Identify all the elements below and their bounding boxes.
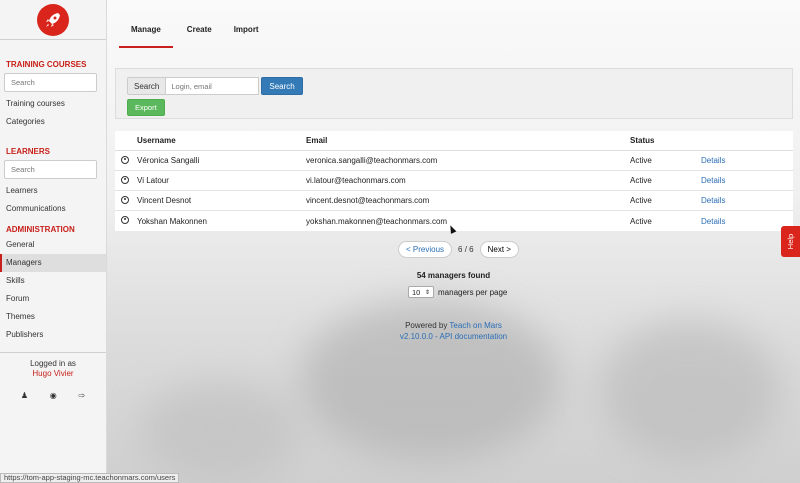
logged-in-block: Logged in as Hugo Vivier [0, 359, 106, 379]
help-tab-button[interactable]: Help [781, 226, 800, 257]
tab-create[interactable]: Create [179, 17, 220, 48]
per-page-label: managers per page [438, 287, 508, 297]
page-info: 6 / 6 [458, 245, 474, 254]
details-link[interactable]: Details [701, 156, 793, 165]
row-username: Véronica Sangalli [137, 156, 200, 165]
sidebar-item-communications[interactable]: Communications [0, 200, 106, 218]
table-row: Véronica Sangalli veronica.sangalli@teac… [115, 151, 793, 171]
footer: Powered by Teach on Mars v2.10.0.0 - API… [107, 320, 800, 342]
sidebar-item-themes[interactable]: Themes [0, 308, 106, 326]
header-username: Username [137, 136, 176, 145]
details-link[interactable]: Details [701, 217, 793, 226]
row-username: Vincent Desnot [137, 196, 192, 205]
user-icon [121, 216, 129, 224]
search-label: Search [127, 77, 166, 95]
learners-search-input[interactable] [4, 160, 97, 179]
globe-icon[interactable]: ◉ [50, 391, 57, 400]
header-email: Email [306, 136, 328, 145]
learners-title: LEARNERS [6, 147, 51, 156]
sidebar-footer-icons: ♟ ◉ ⇨ [0, 391, 106, 400]
row-status: Active [630, 216, 652, 226]
row-status: Active [630, 176, 652, 185]
sidebar-item-forum[interactable]: Forum [0, 290, 106, 308]
row-status: Active [630, 156, 652, 165]
next-page-button[interactable]: Next > [479, 241, 519, 258]
sidebar-item-publishers[interactable]: Publishers [0, 326, 106, 344]
user-icon [121, 155, 129, 164]
export-button[interactable]: Export [127, 99, 165, 116]
row-email: yokshan.makonnen@teachonmars.com [306, 216, 448, 226]
header-status: Status [630, 136, 655, 145]
sidebar-item-managers[interactable]: Managers [0, 254, 106, 272]
row-status: Active [630, 196, 652, 205]
tab-import[interactable]: Import [226, 17, 267, 48]
table-row: Vincent Desnot vincent.desnot@teachonmar… [115, 191, 793, 211]
teach-on-mars-link[interactable]: Teach on Mars [449, 321, 501, 330]
per-page-select[interactable]: 10 ⇕ [408, 286, 434, 298]
training-courses-title: TRAINING COURSES [6, 60, 87, 69]
training-search-input[interactable] [4, 73, 97, 92]
administration-title: ADMINISTRATION [6, 225, 75, 234]
profile-icon[interactable]: ♟ [21, 391, 28, 400]
user-name-link[interactable]: Hugo Vivier [0, 369, 106, 379]
search-panel: Search Search Export [115, 68, 793, 119]
divider [0, 352, 106, 353]
logo-area [0, 0, 106, 40]
details-link[interactable]: Details [701, 176, 793, 185]
main-content: Manage Create Import Search Search Expor… [107, 0, 800, 483]
managers-found-count: 54 managers found [416, 271, 491, 280]
sidebar: TRAINING COURSES Training courses Catego… [0, 0, 107, 483]
help-label: Help [786, 233, 795, 250]
sidebar-item-categories[interactable]: Categories [0, 113, 106, 131]
previous-page-button[interactable]: < Previous [398, 241, 453, 258]
user-icon [121, 195, 129, 204]
row-email: vi.latour@teachonmars.com [306, 176, 406, 185]
stepper-arrows-icon: ⇕ [424, 289, 430, 296]
sidebar-item-general[interactable]: General [0, 236, 106, 254]
search-button[interactable]: Search [261, 77, 303, 95]
tab-bar: Manage Create Import [119, 17, 273, 48]
sidebar-item-skills[interactable]: Skills [0, 272, 106, 290]
rocket-logo-icon[interactable] [37, 3, 69, 36]
status-bar-url: https://tom-app-staging-mc.teachonmars.c… [0, 473, 180, 483]
table-header-row: Username Email Status [115, 131, 793, 151]
details-link[interactable]: Details [701, 196, 793, 205]
managers-table: Username Email Status Véronica Sangalli … [115, 131, 793, 231]
sidebar-item-learners[interactable]: Learners [0, 182, 106, 200]
per-page-value: 10 [412, 287, 421, 297]
row-username: Yokshan Makonnen [137, 216, 207, 226]
version-api-link[interactable]: v2.10.0.0 - API documentation [107, 331, 800, 342]
row-username: Vi Latour [137, 176, 169, 185]
tab-manage[interactable]: Manage [119, 17, 173, 48]
user-icon [121, 175, 129, 184]
row-email: veronica.sangalli@teachonmars.com [306, 156, 438, 165]
logout-icon[interactable]: ⇨ [78, 391, 85, 400]
table-row: Vi Latour vi.latour@teachonmars.com Acti… [115, 171, 793, 191]
search-group: Search Search [127, 77, 303, 95]
login-email-search-input[interactable] [165, 77, 260, 95]
row-email: vincent.desnot@teachonmars.com [306, 196, 430, 205]
sidebar-item-training-courses[interactable]: Training courses [0, 95, 106, 113]
powered-by-text: Powered by [405, 321, 448, 330]
pagination: < Previous 6 / 6 Next > [398, 241, 519, 258]
per-page-control: 10 ⇕ managers per page [408, 286, 507, 298]
logged-in-label: Logged in as [30, 359, 76, 368]
